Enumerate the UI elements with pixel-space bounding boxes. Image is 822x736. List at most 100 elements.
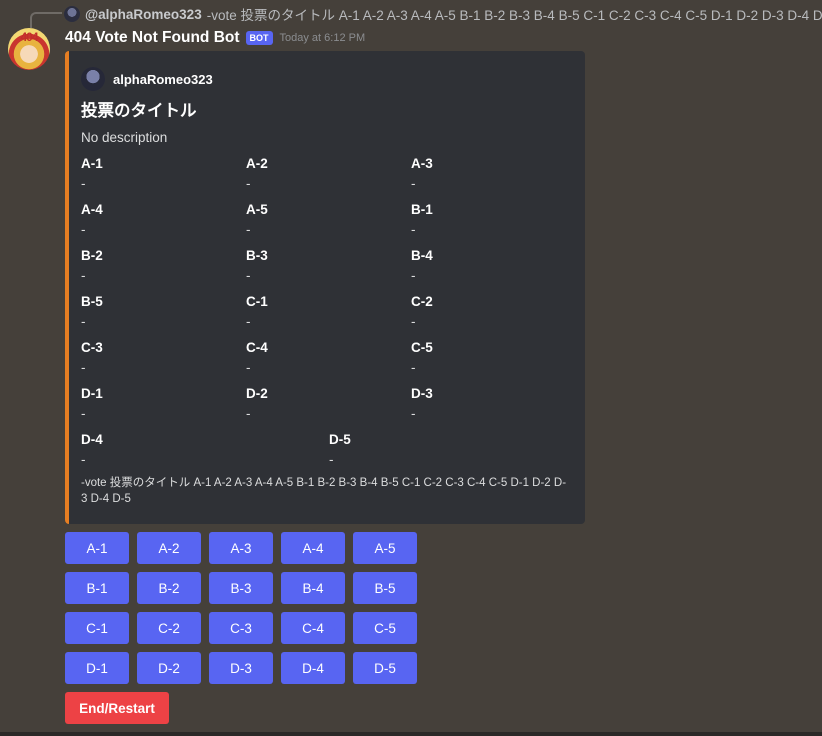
embed-title: 投票のタイトル	[81, 102, 197, 120]
vote-button-c-4[interactable]: C-4	[281, 612, 345, 644]
field-name: B-1	[411, 202, 433, 217]
field-value: -	[81, 314, 86, 329]
field-name: C-5	[411, 340, 433, 355]
bot-username[interactable]: 404 Vote Not Found Bot	[65, 29, 240, 47]
field-name: D-1	[81, 386, 103, 401]
vote-button-d-2[interactable]: D-2	[137, 652, 201, 684]
field-name: A-5	[246, 202, 268, 217]
embed-field: C-2 -	[411, 293, 561, 330]
embed-field: D-3 -	[411, 385, 561, 422]
field-value: -	[411, 222, 416, 237]
embed-description: No description	[81, 130, 168, 145]
bot-avatar[interactable]: 404	[8, 28, 50, 70]
field-name: B-4	[411, 248, 433, 263]
field-value: -	[81, 360, 86, 375]
vote-button-d-5[interactable]: D-5	[353, 652, 417, 684]
field-value: -	[411, 360, 416, 375]
vote-button-b-4[interactable]: B-4	[281, 572, 345, 604]
embed-author: alphaRomeo323	[81, 67, 213, 91]
avatar-text: 404	[20, 30, 38, 44]
vote-button-b-3[interactable]: B-3	[209, 572, 273, 604]
vote-button-d-3[interactable]: D-3	[209, 652, 273, 684]
embed-field: B-5 -	[81, 293, 231, 330]
vote-button-c-5[interactable]: C-5	[353, 612, 417, 644]
field-value: -	[411, 268, 416, 283]
vote-button-d-1[interactable]: D-1	[65, 652, 129, 684]
embed-footer: -vote 投票のタイトル A-1 A-2 A-3 A-4 A-5 B-1 B-…	[81, 477, 567, 505]
embed-field: B-3 -	[246, 247, 396, 284]
embed-field: A-1 -	[81, 155, 231, 192]
vote-button-d-4[interactable]: D-4	[281, 652, 345, 684]
author-avatar-icon	[81, 67, 105, 91]
field-value: -	[411, 406, 416, 421]
reply-username[interactable]: @alphaRomeo323	[85, 7, 202, 22]
embed-field: D-1 -	[81, 385, 231, 422]
field-name: D-3	[411, 386, 433, 401]
bottom-divider	[0, 732, 822, 736]
field-value: -	[246, 314, 251, 329]
message-timestamp: Today at 6:12 PM	[279, 32, 366, 44]
field-name: A-2	[246, 156, 268, 171]
field-name: B-2	[81, 248, 103, 263]
field-value: -	[329, 452, 334, 467]
vote-embed: alphaRomeo323 投票のタイトル No description A-1…	[65, 51, 585, 524]
field-value: -	[246, 268, 251, 283]
embed-field: A-5 -	[246, 201, 396, 238]
embed-field: B-2 -	[81, 247, 231, 284]
vote-button-b-2[interactable]: B-2	[137, 572, 201, 604]
embed-field: C-5 -	[411, 339, 561, 376]
reply-avatar	[64, 6, 80, 22]
vote-button-b-1[interactable]: B-1	[65, 572, 129, 604]
field-name: C-1	[246, 294, 268, 309]
field-value: -	[81, 222, 86, 237]
field-value: -	[246, 222, 251, 237]
embed-field: D-5 -	[329, 431, 479, 468]
field-name: A-3	[411, 156, 433, 171]
field-name: C-2	[411, 294, 433, 309]
embed-field: C-4 -	[246, 339, 396, 376]
embed-field: A-4 -	[81, 201, 231, 238]
field-value: -	[81, 452, 86, 467]
bot-badge: BOT	[245, 31, 273, 45]
embed-field: A-3 -	[411, 155, 561, 192]
vote-button-c-1[interactable]: C-1	[65, 612, 129, 644]
vote-button-c-2[interactable]: C-2	[137, 612, 201, 644]
field-value: -	[246, 360, 251, 375]
field-value: -	[81, 268, 86, 283]
message-header: 404 Vote Not Found Bot BOT Today at 6:12…	[65, 28, 365, 48]
vote-button-a-4[interactable]: A-4	[281, 532, 345, 564]
vote-button-a-1[interactable]: A-1	[65, 532, 129, 564]
vote-button-a-3[interactable]: A-3	[209, 532, 273, 564]
field-name: D-5	[329, 432, 351, 447]
field-value: -	[81, 406, 86, 421]
field-name: B-3	[246, 248, 268, 263]
end-restart-button[interactable]: End/Restart	[65, 692, 169, 724]
embed-field: A-2 -	[246, 155, 396, 192]
embed-field: C-3 -	[81, 339, 231, 376]
field-name: A-4	[81, 202, 103, 217]
vote-button-c-3[interactable]: C-3	[209, 612, 273, 644]
field-name: C-4	[246, 340, 268, 355]
vote-button-b-5[interactable]: B-5	[353, 572, 417, 604]
reply-content: -vote 投票のタイトル A-1 A-2 A-3 A-4 A-5 B-1 B-…	[206, 8, 822, 23]
field-name: D-4	[81, 432, 103, 447]
field-value: -	[246, 406, 251, 421]
field-name: C-3	[81, 340, 103, 355]
field-value: -	[246, 176, 251, 191]
reply-connector	[30, 12, 62, 28]
embed-author-name: alphaRomeo323	[113, 71, 213, 87]
vote-button-a-2[interactable]: A-2	[137, 532, 201, 564]
field-name: A-1	[81, 156, 103, 171]
embed-field: B-4 -	[411, 247, 561, 284]
field-name: B-5	[81, 294, 103, 309]
reply-preview[interactable]: @alphaRomeo323 -vote 投票のタイトル A-1 A-2 A-3…	[64, 5, 822, 23]
field-value: -	[411, 314, 416, 329]
embed-field: D-2 -	[246, 385, 396, 422]
field-value: -	[411, 176, 416, 191]
field-value: -	[81, 176, 86, 191]
field-name: D-2	[246, 386, 268, 401]
embed-field: B-1 -	[411, 201, 561, 238]
embed-field: C-1 -	[246, 293, 396, 330]
embed-field: D-4 -	[81, 431, 231, 468]
vote-button-a-5[interactable]: A-5	[353, 532, 417, 564]
